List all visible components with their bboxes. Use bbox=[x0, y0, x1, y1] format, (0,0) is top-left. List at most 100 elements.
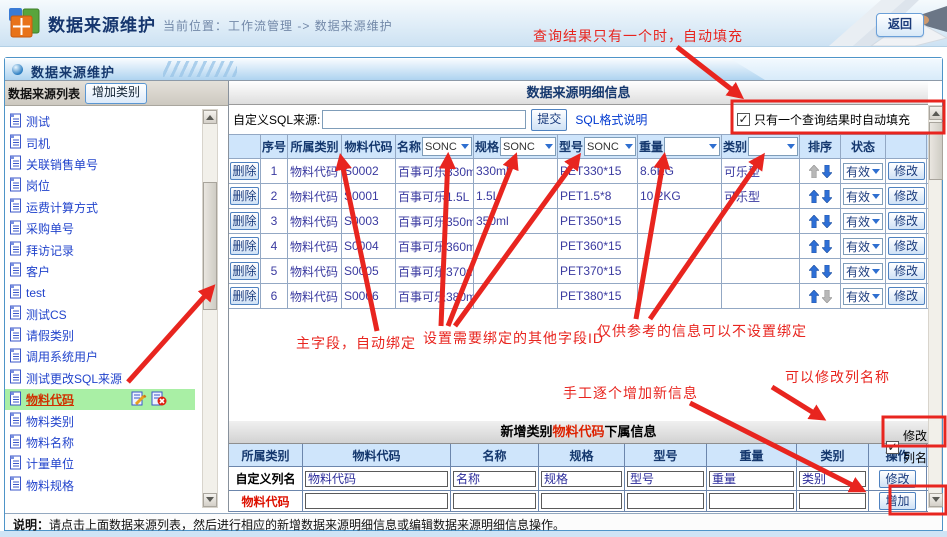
new-category-title-suffix: 下属信息 bbox=[605, 424, 657, 439]
spec-bind-select[interactable]: SONC bbox=[500, 137, 556, 156]
sort-up-icon[interactable] bbox=[809, 265, 819, 278]
modify-button[interactable]: 修改 bbox=[888, 212, 925, 230]
sort-up-icon[interactable] bbox=[809, 190, 819, 203]
sort-up-icon[interactable] bbox=[809, 215, 819, 228]
modify-cell: 修改 bbox=[886, 234, 927, 258]
modify-columns-button[interactable]: 修改 bbox=[879, 470, 916, 488]
submit-button[interactable]: 提交 bbox=[531, 109, 567, 131]
modify-button[interactable]: 修改 bbox=[888, 262, 925, 280]
data-source-list: 测试司机关联销售单号岗位运费计算方式采购单号拜访记录客户test测试CS 请假类别… bbox=[5, 106, 228, 512]
custom-sql-input[interactable] bbox=[322, 110, 526, 129]
sidebar-item-13[interactable]: 物料代码 bbox=[5, 389, 195, 410]
delete-button[interactable]: 删除 bbox=[230, 212, 259, 230]
delete-button[interactable]: 删除 bbox=[230, 187, 259, 205]
sidebar-item-9[interactable]: 测试CS bbox=[5, 304, 195, 325]
sidebar-item-8[interactable]: test bbox=[5, 282, 195, 303]
delete-button[interactable]: 删除 bbox=[230, 237, 259, 255]
delete-category-icon[interactable] bbox=[151, 391, 167, 409]
sidebar-item-2[interactable]: 关联销售单号 bbox=[5, 154, 195, 175]
custom-weight-input[interactable] bbox=[709, 471, 794, 487]
sidebar-item-label: 计量单位 bbox=[26, 455, 74, 472]
status-select[interactable]: 有效 bbox=[843, 163, 883, 180]
triangle-down-icon bbox=[206, 497, 214, 506]
new-weight-input[interactable] bbox=[709, 493, 794, 509]
sidebar-item-17[interactable]: 物料规格 bbox=[5, 475, 195, 496]
custom-code-input[interactable] bbox=[305, 471, 448, 487]
modify-button[interactable]: 修改 bbox=[888, 187, 925, 205]
sidebar-item-label: 司机 bbox=[26, 135, 50, 152]
sidebar-item-4[interactable]: 运费计算方式 bbox=[5, 197, 195, 218]
custom-type-input[interactable] bbox=[799, 471, 866, 487]
modify-button[interactable]: 修改 bbox=[888, 162, 925, 180]
sidebar-item-16[interactable]: 计量单位 bbox=[5, 453, 195, 474]
titlebar-stripes-decoration bbox=[163, 61, 237, 77]
modify-button[interactable]: 修改 bbox=[888, 237, 925, 255]
new-type-input[interactable] bbox=[799, 493, 866, 509]
rename-columns-checkbox[interactable] bbox=[886, 441, 899, 454]
sidebar-item-12[interactable]: 测试更改SQL来源 bbox=[5, 368, 195, 389]
detail-section-title: 数据来源明细信息 bbox=[229, 81, 928, 105]
type-bind-select[interactable] bbox=[748, 137, 798, 156]
autofill-checkbox[interactable] bbox=[737, 113, 750, 126]
sidebar-item-15[interactable]: 物料名称 bbox=[5, 432, 195, 453]
sidebar-item-14[interactable]: 物料类别 bbox=[5, 410, 195, 431]
delete-button[interactable]: 删除 bbox=[230, 262, 259, 280]
delete-button[interactable]: 删除 bbox=[230, 287, 259, 305]
new-model-input[interactable] bbox=[627, 493, 704, 509]
spec-cell bbox=[474, 234, 558, 258]
status-select[interactable]: 有效 bbox=[843, 288, 883, 305]
sort-down-icon[interactable] bbox=[822, 165, 832, 178]
edit-category-icon[interactable] bbox=[131, 391, 147, 409]
sidebar-item-5[interactable]: 采购单号 bbox=[5, 218, 195, 239]
scroll-up-button[interactable] bbox=[203, 110, 217, 124]
add-category-button[interactable]: 增加类别 bbox=[85, 83, 147, 104]
status-select[interactable]: 有效 bbox=[843, 238, 883, 255]
main-scrollbar[interactable] bbox=[928, 105, 942, 508]
custom-model-input[interactable] bbox=[627, 471, 704, 487]
scroll-down-button[interactable] bbox=[929, 493, 943, 507]
sidebar-item-7[interactable]: 客户 bbox=[5, 261, 195, 282]
model-cell: PET360*15 bbox=[558, 234, 638, 258]
weight-bind-select[interactable] bbox=[664, 137, 720, 156]
sort-up-icon[interactable] bbox=[809, 290, 819, 303]
scroll-up-button[interactable] bbox=[929, 106, 943, 120]
add-record-button[interactable]: 增加 bbox=[879, 492, 916, 510]
sort-up-icon[interactable] bbox=[809, 240, 819, 253]
new-code-input[interactable] bbox=[305, 493, 448, 509]
model-bind-select[interactable]: SONC bbox=[584, 137, 636, 156]
scrollbar-thumb[interactable] bbox=[203, 182, 217, 310]
status-select[interactable]: 有效 bbox=[843, 213, 883, 230]
weight-cell bbox=[638, 234, 722, 258]
new-name-input[interactable] bbox=[453, 493, 536, 509]
sort-down-icon[interactable] bbox=[822, 240, 832, 253]
sidebar-item-11[interactable]: 调用系统用户 bbox=[5, 346, 195, 367]
sidebar-item-0[interactable]: 测试 bbox=[5, 111, 195, 132]
sort-up-icon[interactable] bbox=[809, 165, 819, 178]
name-bind-select[interactable]: SONC bbox=[422, 137, 472, 156]
custom-name-input[interactable] bbox=[453, 471, 536, 487]
seq-cell: 4 bbox=[261, 234, 288, 258]
status-select[interactable]: 有效 bbox=[843, 263, 883, 280]
model-cell: PET330*15 bbox=[558, 159, 638, 183]
sort-down-icon[interactable] bbox=[822, 190, 832, 203]
sidebar-item-10[interactable]: 请假类别 bbox=[5, 325, 195, 346]
document-icon bbox=[9, 284, 22, 302]
custom-spec-input[interactable] bbox=[541, 471, 622, 487]
sort-down-icon[interactable] bbox=[822, 215, 832, 228]
new-spec-input[interactable] bbox=[541, 493, 622, 509]
sidebar-item-3[interactable]: 岗位 bbox=[5, 175, 195, 196]
status-select[interactable]: 有效 bbox=[843, 188, 883, 205]
scroll-down-button[interactable] bbox=[203, 493, 217, 507]
custom-column-name-row: 自定义列名 修改 bbox=[229, 467, 928, 491]
back-button[interactable]: 返回 bbox=[876, 13, 924, 37]
sidebar-item-6[interactable]: 拜访记录 bbox=[5, 239, 195, 260]
sidebar-item-label: 请假类别 bbox=[26, 327, 74, 344]
sort-down-icon[interactable] bbox=[822, 265, 832, 278]
modify-button[interactable]: 修改 bbox=[888, 287, 925, 305]
sidebar-item-1[interactable]: 司机 bbox=[5, 132, 195, 153]
sidebar-scrollbar[interactable] bbox=[202, 109, 218, 508]
scrollbar-thumb[interactable] bbox=[929, 122, 943, 180]
sort-down-icon[interactable] bbox=[822, 290, 832, 303]
delete-button[interactable]: 删除 bbox=[230, 162, 259, 180]
sql-format-help-link[interactable]: SQL格式说明 bbox=[575, 111, 647, 128]
